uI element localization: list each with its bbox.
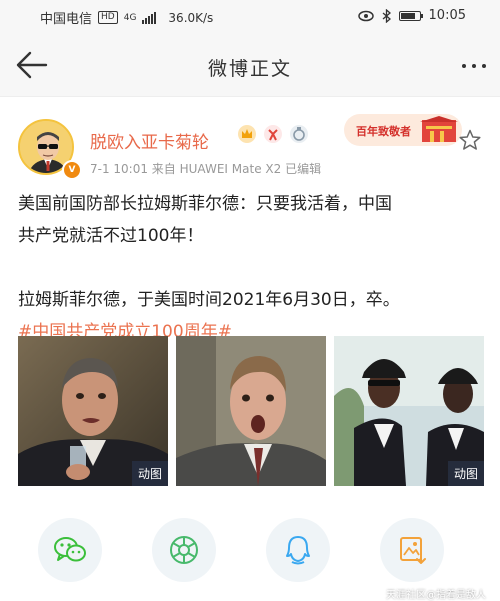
moments-icon bbox=[170, 536, 198, 564]
image-gallery: 动图 动图 bbox=[18, 336, 484, 486]
clock: 10:05 bbox=[428, 8, 466, 23]
post-image-1[interactable]: 动图 bbox=[18, 336, 168, 486]
status-right: 10:05 bbox=[357, 8, 466, 23]
post-content: 美国前国防部长拉姆斯菲尔德：只要我活着，中国 共产党就活不过100年！ 拉姆斯菲… bbox=[18, 188, 482, 348]
qq-icon bbox=[286, 536, 310, 565]
post-meta: 7-1 10:01 来自 HUAWEI Mate X2 已编辑 bbox=[90, 162, 322, 176]
signal-icon bbox=[142, 11, 157, 24]
post-text-line: 共产党就活不过100年！ bbox=[18, 226, 204, 246]
share-wechat-button[interactable] bbox=[38, 518, 102, 582]
bluetooth-icon bbox=[382, 8, 391, 23]
post-image-2[interactable] bbox=[176, 336, 326, 486]
share-qq-button[interactable] bbox=[266, 518, 330, 582]
watermark-text: 天涯社区@指着是敌人 bbox=[386, 590, 486, 601]
battery-icon bbox=[398, 10, 423, 21]
wechat-icon bbox=[54, 537, 86, 562]
medal-badge-icon bbox=[290, 125, 308, 143]
shocked-man-image bbox=[176, 336, 326, 486]
network-speed: 36.0K/s bbox=[168, 10, 214, 25]
post-text-line: 拉姆斯菲尔德，于美国时间2021年6月30日，卒。 bbox=[18, 290, 400, 310]
eye-icon bbox=[357, 10, 374, 21]
share-moments-button[interactable] bbox=[152, 518, 216, 582]
promo-text: 百年致敬者 bbox=[356, 125, 411, 138]
status-left: 中国电信 HD 4G 36.0K/s bbox=[40, 8, 214, 28]
ribbon-badge-icon bbox=[264, 125, 282, 143]
save-image-icon bbox=[400, 537, 426, 564]
gif-tag: 动图 bbox=[131, 461, 168, 486]
status-bar: 中国电信 HD 4G 36.0K/s 10:05 bbox=[0, 0, 500, 34]
favorite-star-icon[interactable] bbox=[458, 128, 482, 152]
post-text-line: 美国前国防部长拉姆斯菲尔德：只要我活着，中国 bbox=[18, 194, 392, 214]
username[interactable]: 脱欧入亚卡菊轮 bbox=[90, 128, 209, 153]
promo-banner[interactable]: 百年致敬者 bbox=[344, 114, 462, 146]
post-image-3[interactable]: 动图 bbox=[334, 336, 484, 486]
user-badges bbox=[237, 124, 309, 144]
page-title: 微博正文 bbox=[207, 58, 292, 80]
save-image-button[interactable] bbox=[380, 518, 444, 582]
gif-tag: 动图 bbox=[447, 461, 484, 486]
crown-badge-icon bbox=[238, 125, 256, 143]
carrier-label: 中国电信 bbox=[40, 12, 93, 27]
hd-badge: HD bbox=[98, 11, 118, 24]
verified-badge-icon: V bbox=[62, 160, 82, 180]
network-type: 4G bbox=[123, 12, 137, 23]
more-dots-icon[interactable] bbox=[462, 64, 486, 68]
nav-bar: 微博正文 bbox=[0, 34, 500, 97]
